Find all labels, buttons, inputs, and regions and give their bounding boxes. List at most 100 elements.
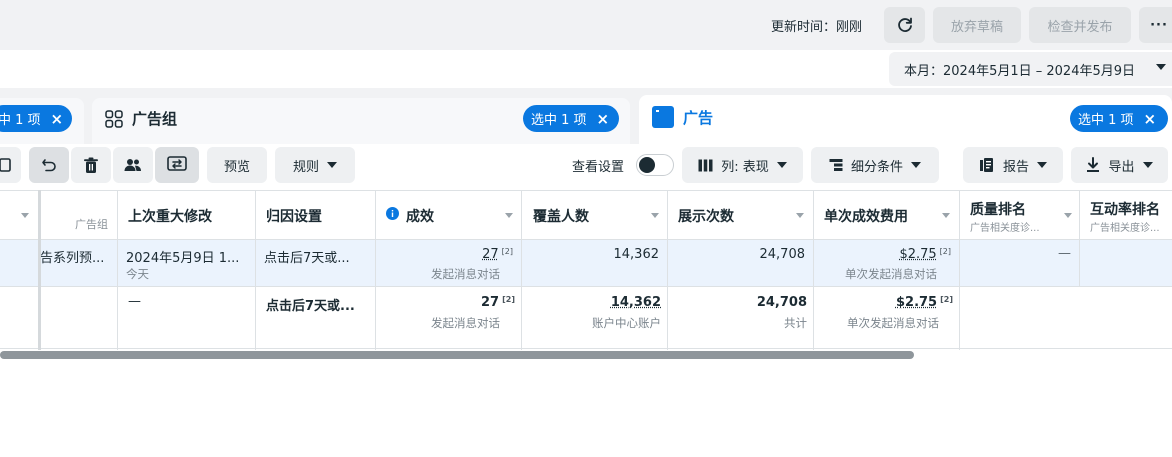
- chevron-down-icon: [1142, 162, 1153, 168]
- header-results[interactable]: 成效: [406, 206, 434, 226]
- sort-caret-icon[interactable]: [21, 213, 29, 218]
- last-edit-cell: 2024年5月9日 1...: [126, 251, 240, 266]
- header-cost-per-result[interactable]: 单次成效费用: [824, 206, 908, 226]
- more-options-button[interactable]: ···: [1139, 7, 1172, 43]
- ads-table: 广告组 上次重大修改 归因设置 成效 覆盖人数 展示次数 单次成效费用 质量排名…: [0, 190, 1172, 350]
- summary-impressions: 24,708: [756, 295, 807, 310]
- table-header-row: 广告组 上次重大修改 归因设置 成效 覆盖人数 展示次数 单次成效费用 质量排名…: [0, 190, 1172, 240]
- sort-caret-icon[interactable]: [505, 213, 513, 218]
- chevron-down-icon: [1037, 162, 1047, 168]
- rules-dropdown[interactable]: 规则: [275, 147, 355, 183]
- top-bar: 更新时间：刚刚 放弃草稿 检查并发布 ···: [0, 0, 1172, 50]
- trash-icon: [84, 157, 98, 173]
- breakdown-dropdown[interactable]: 细分条件: [811, 147, 939, 183]
- header-engagement-rank[interactable]: 互动率排名: [1090, 199, 1160, 219]
- undo-icon: [42, 159, 56, 172]
- tab-ads[interactable]: 广告 选中 1 项 ×: [639, 95, 1172, 144]
- summary-cost-footnote: [2]: [940, 295, 953, 304]
- column-divider: [255, 190, 256, 350]
- adset-selected-pill[interactable]: 选中 1 项 ×: [523, 105, 619, 132]
- column-divider: [117, 190, 118, 350]
- breakdown-label: 细分条件: [850, 159, 903, 175]
- header-quality-rank[interactable]: 质量排名: [970, 199, 1026, 219]
- undo-button[interactable]: [29, 147, 69, 183]
- info-icon[interactable]: [386, 207, 399, 220]
- sort-caret-icon[interactable]: [942, 213, 950, 218]
- header-attribution[interactable]: 归因设置: [266, 206, 322, 226]
- close-icon[interactable]: ×: [51, 110, 64, 128]
- column-divider: [521, 190, 522, 350]
- column-divider: [1079, 190, 1080, 287]
- export-label: 导出: [1108, 159, 1135, 175]
- edit-button[interactable]: [155, 147, 199, 183]
- frozen-column-divider[interactable]: [38, 190, 41, 350]
- ad-tab-title: 广告: [683, 109, 714, 127]
- cost-value[interactable]: $2.75: [899, 247, 936, 262]
- table-toolbar: 预览 规则 查看设置 列: 表现 细分条件 报告 导出: [0, 144, 1172, 190]
- ab-test-button[interactable]: [113, 147, 153, 183]
- tab-campaigns[interactable]: 中 1 项 ×: [0, 98, 84, 144]
- close-icon[interactable]: ×: [1144, 110, 1157, 128]
- last-edit-sub: 今天: [126, 267, 149, 281]
- results-cell: 27 [2]: [482, 247, 513, 262]
- reach-cell: 14,362: [613, 247, 660, 262]
- campaign-selected-label: 中 1 项: [0, 113, 41, 128]
- breakdown-icon: [829, 159, 843, 171]
- chevron-down-icon: [911, 162, 921, 168]
- horizontal-scrollbar[interactable]: [0, 351, 914, 359]
- table-row[interactable]: 告系列预... 2024年5月9日 1... 今天 点击后7天或... 27 [2…: [0, 240, 1172, 287]
- cost-sub: 单次发起消息对话: [845, 267, 937, 281]
- preview-button[interactable]: 预览: [207, 147, 267, 183]
- duplicate-icon: [0, 158, 11, 172]
- summary-last-edit: —: [128, 294, 141, 309]
- duplicate-button[interactable]: [0, 147, 21, 183]
- chevron-down-icon: [776, 162, 787, 168]
- column-divider: [813, 190, 814, 350]
- report-icon: [979, 158, 993, 172]
- swap-edit-icon: [167, 156, 187, 171]
- sort-caret-icon[interactable]: [796, 213, 804, 218]
- export-dropdown[interactable]: 导出: [1071, 147, 1168, 183]
- summary-attribution: 点击后7天或...: [266, 299, 355, 314]
- ad-icon: [652, 106, 674, 128]
- date-range-picker[interactable]: 本月：2024年5月1日 – 2024年5月9日: [889, 52, 1172, 86]
- people-icon: [124, 159, 141, 171]
- summary-cost: $2.75 [2]: [896, 295, 953, 310]
- impressions-cell: 24,708: [759, 247, 806, 262]
- refresh-button[interactable]: [884, 7, 925, 43]
- review-publish-button[interactable]: 检查并发布: [1029, 7, 1131, 43]
- header-last-edit[interactable]: 上次重大修改: [128, 206, 212, 226]
- table-summary-row: — 点击后7天或... 27 [2] 发起消息对话 14,362 账户中心账户 2…: [0, 287, 1172, 349]
- columns-dropdown[interactable]: 列: 表现: [682, 147, 803, 183]
- adset-tab-title: 广告组: [132, 110, 178, 128]
- search-filter-bar[interactable]: [0, 51, 884, 87]
- reports-dropdown[interactable]: 报告: [963, 147, 1063, 183]
- tab-adsets[interactable]: 广告组 选中 1 项 ×: [92, 98, 630, 144]
- ad-selected-label: 选中 1 项: [1078, 113, 1134, 128]
- ad-selected-pill[interactable]: 选中 1 项 ×: [1070, 105, 1168, 132]
- summary-cost-value[interactable]: $2.75: [896, 295, 937, 310]
- summary-reach[interactable]: 14,362: [611, 295, 661, 310]
- view-settings-toggle[interactable]: [636, 154, 674, 176]
- sort-caret-icon[interactable]: [1064, 213, 1072, 218]
- adset-selected-label: 选中 1 项: [531, 113, 587, 128]
- quality-rank-sublabel: 广告相关度诊...: [970, 223, 1040, 234]
- column-divider: [667, 190, 668, 350]
- chevron-down-icon: [327, 162, 337, 168]
- columns-label: 列: 表现: [721, 159, 769, 175]
- column-divider: [375, 190, 376, 350]
- close-icon[interactable]: ×: [597, 110, 610, 128]
- discard-draft-button[interactable]: 放弃草稿: [933, 7, 1021, 43]
- date-range-label: 本月：2024年5月1日 – 2024年5月9日: [904, 63, 1136, 79]
- delete-button[interactable]: [71, 147, 111, 183]
- campaign-selected-pill[interactable]: 中 1 项 ×: [0, 105, 72, 132]
- results-value[interactable]: 27: [482, 247, 499, 262]
- sort-caret-icon[interactable]: [651, 213, 659, 218]
- header-reach[interactable]: 覆盖人数: [533, 206, 589, 226]
- adset-name-cell[interactable]: 告系列预...: [40, 247, 104, 266]
- chevron-down-icon: [1156, 64, 1166, 70]
- results-footnote: [2]: [501, 247, 513, 256]
- summary-results-value: 27: [481, 295, 500, 310]
- adset-grid-icon: [105, 110, 123, 128]
- header-impressions[interactable]: 展示次数: [678, 206, 734, 226]
